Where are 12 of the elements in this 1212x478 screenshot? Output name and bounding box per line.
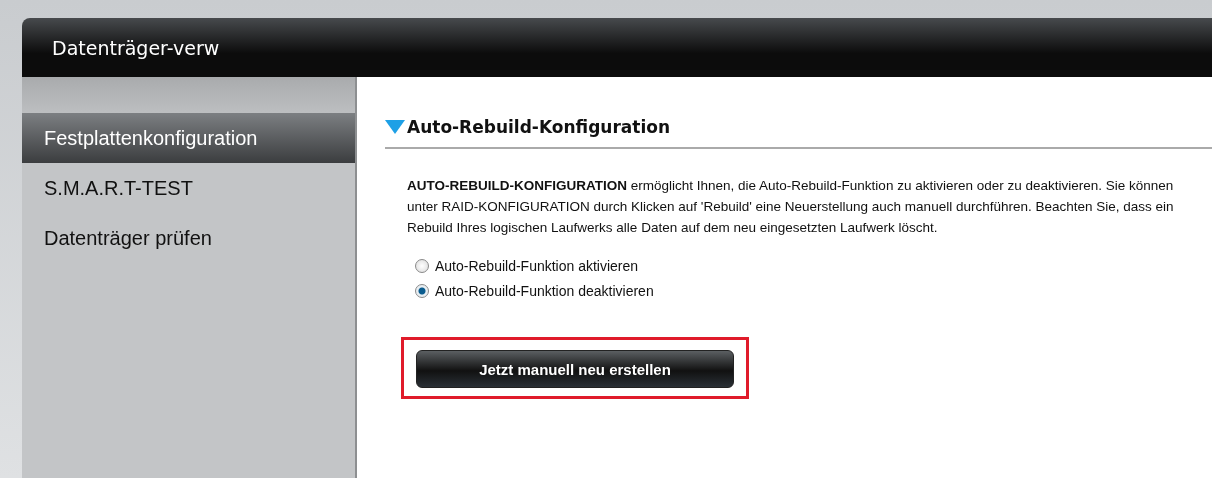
description-text: AUTO-REBUILD-KONFIGURATION ermöglicht Ihnen, die Auto-Rebuild-Funktion zu aktivieren oder zu deaktivieren. Sie können unter RAID-KONFIGURATION durch Klicken auf 'Rebuild' eine Neuerstellung auch manuell durchführen. Beachten Sie, dass ein Rebuild Ihres logischen Laufwerks alle Daten auf dem neu eingesetzten Laufwerk löscht. — [407, 177, 1175, 237]
rebuild-button[interactable]: Jetzt manuell neu erstellen — [416, 350, 734, 388]
radio-label: Auto-Rebuild-Funktion aktivieren — [435, 258, 639, 274]
sidebar-item[interactable]: S.M.A.R.T-TEST — [22, 163, 355, 213]
sidebar-item[interactable]: Festplattenkonfiguration — [22, 113, 355, 163]
expand-triangle-icon[interactable] — [385, 120, 405, 134]
section-title: Auto-Rebuild-Konfiguration — [407, 117, 670, 137]
radio-label: Auto-Rebuild-Funktion deaktivieren — [435, 283, 654, 299]
sidebar-item[interactable]: Datenträger prüfen — [22, 213, 355, 263]
radio-button[interactable] — [415, 259, 429, 273]
radio-button[interactable] — [415, 284, 429, 298]
window-title: Datenträger-verw — [52, 36, 220, 59]
